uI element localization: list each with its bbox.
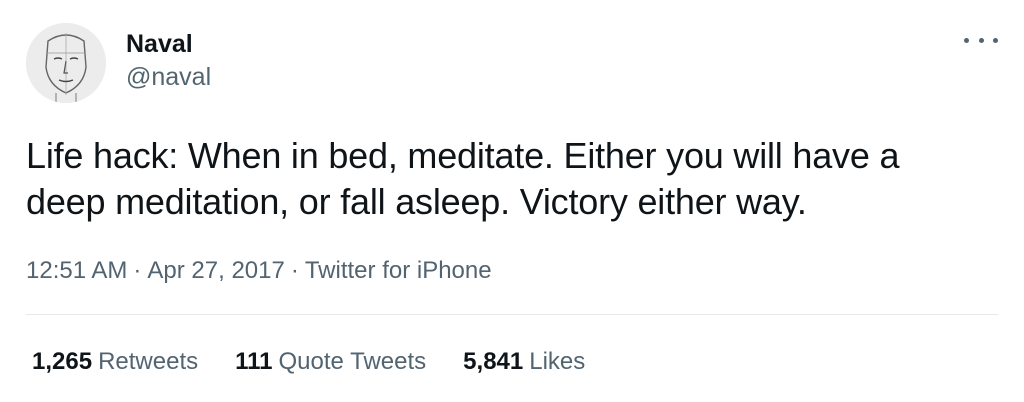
tweet-time[interactable]: 12:51 AM [26, 257, 127, 284]
retweets-count: 1,265 [32, 348, 93, 375]
more-horizontal-icon[interactable] [964, 30, 998, 50]
tweet-text: Life hack: When in bed, meditate. Either… [26, 135, 900, 222]
tweet-source[interactable]: Twitter for iPhone [305, 257, 492, 284]
retweets-stat[interactable]: 1,265 Retweets [32, 347, 198, 377]
user-handle[interactable]: @naval [126, 62, 211, 92]
quote-tweets-label: Quote Tweets [278, 348, 427, 375]
display-name[interactable]: Naval [126, 29, 193, 59]
tweet-card: Naval @naval Life hack: When in bed, med… [0, 0, 1024, 402]
more-dot [993, 37, 998, 43]
quote-tweets-stat[interactable]: 111 Quote Tweets [235, 347, 426, 377]
avatar[interactable] [26, 23, 106, 103]
quote-tweets-count: 111 [235, 348, 273, 375]
likes-label: Likes [529, 348, 586, 375]
tweet-date[interactable]: Apr 27, 2017 [147, 257, 284, 284]
avatar-sketch-image [26, 23, 106, 103]
more-dot [964, 37, 969, 43]
engagement-stats: 1,265 Retweets 111 Quote Tweets 5,841 Likes [32, 347, 622, 377]
retweets-label: Retweets [98, 348, 199, 375]
divider [26, 314, 998, 315]
meta-separator: · [290, 257, 299, 284]
tweet-metadata: 12:51 AM · Apr 27, 2017 · Twitter for iPhone [26, 256, 492, 286]
meta-separator: · [133, 257, 142, 284]
likes-stat[interactable]: 5,841 Likes [463, 347, 585, 377]
likes-count: 5,841 [463, 348, 524, 375]
more-dot [978, 37, 984, 43]
